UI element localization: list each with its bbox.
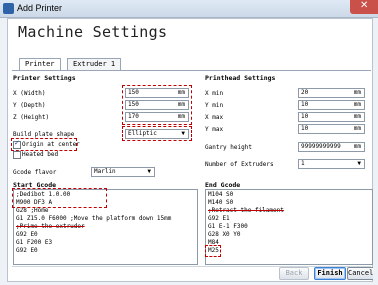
close-button[interactable]: ✕ — [350, 0, 378, 14]
xmax-unit: mm — [353, 113, 361, 120]
end-gcode-line: M104 S0 — [208, 191, 234, 198]
ymin-unit: mm — [353, 101, 361, 108]
start-gcode-line: G1 Z15.0 F6000 ;Move the platform down 1… — [16, 215, 172, 222]
gantry-field[interactable]: 99999999999 mm — [298, 142, 365, 152]
gcode-flavor-value: Marlin — [94, 168, 116, 175]
ymin-label: Y min — [205, 102, 224, 109]
printhead-settings-title: Printhead Settings — [205, 74, 276, 82]
gcode-flavor-label: Gcode flavor — [13, 169, 57, 176]
extruders-label: Number of Extruders — [205, 161, 274, 168]
end-gcode-line: G28 X0 Y0 — [208, 231, 241, 238]
xmax-field[interactable]: 10 mm — [298, 112, 365, 122]
app-icon — [3, 3, 14, 14]
start-gcode-line: G92 E0 — [16, 231, 38, 238]
printer-settings-title: Printer Settings — [13, 74, 76, 82]
ymax-unit: mm — [353, 125, 361, 132]
xmin-value: 20 — [301, 89, 309, 96]
ymax-label: Y max — [205, 126, 224, 133]
end-gcode-line: G92 E1 — [208, 215, 230, 222]
xmin-label: X min — [205, 90, 224, 97]
depth-label: Y (Depth) — [13, 102, 46, 109]
annotation-build-plate — [122, 126, 192, 141]
cancel-button[interactable]: Cancel — [347, 267, 373, 280]
extruders-select[interactable]: 1 ▼ — [298, 159, 365, 169]
extruders-value: 1 — [301, 160, 305, 167]
settings-panel: Printer Settings X (Width) 150 mm Y (Dep… — [11, 70, 373, 267]
height-label: Z (Height) — [13, 114, 50, 121]
annotation-end-gcode — [205, 245, 221, 257]
gcode-flavor-select[interactable]: Marlin ▼ — [91, 167, 155, 177]
gantry-unit: mm — [353, 143, 361, 150]
heated-bed-label: Heated bed — [22, 151, 59, 158]
ymin-value: 10 — [301, 101, 309, 108]
window-title: Add Printer — [17, 3, 63, 13]
ymin-field[interactable]: 10 mm — [298, 100, 365, 110]
annotation-start-gcode — [12, 188, 107, 208]
end-gcode-line: M140 S0 — [208, 199, 234, 206]
xmax-value: 10 — [301, 113, 309, 120]
xmin-field[interactable]: 20 mm — [298, 88, 365, 98]
end-gcode-line: G1 E-1 F300 — [208, 223, 248, 230]
start-gcode-line: G92 E0 — [16, 247, 38, 254]
back-button[interactable]: Back — [279, 267, 309, 280]
ymax-value: 10 — [301, 125, 309, 132]
add-printer-window: Add Printer ✕ Machine Settings Printer E… — [0, 0, 378, 285]
start-gcode-line-struck: ;Prime the extruder — [16, 223, 85, 230]
start-gcode-line: G1 F200 E3 — [16, 239, 53, 246]
gantry-label: Gantry height — [205, 144, 252, 151]
heated-bed-checkbox[interactable] — [13, 151, 21, 159]
width-label: X (Width) — [13, 90, 46, 97]
machine-settings-dialog: Machine Settings Printer Extruder 1 Prin… — [7, 18, 373, 282]
xmin-unit: mm — [353, 89, 361, 96]
close-icon[interactable]: ✕ — [360, 0, 368, 11]
end-gcode-title: End Gcode — [205, 181, 241, 189]
build-plate-label: Build plate shape — [13, 131, 75, 138]
page-title: Machine Settings — [18, 23, 168, 41]
annotation-dimensions — [122, 85, 192, 125]
finish-button[interactable]: Finish — [314, 267, 346, 280]
end-gcode-line-struck: ;Retract the filament — [208, 207, 284, 214]
chevron-down-icon: ▼ — [357, 160, 361, 167]
start-gcode-line: G28 ;Home — [16, 207, 49, 214]
chevron-down-icon: ▼ — [147, 168, 151, 175]
gantry-value: 99999999999 — [301, 143, 341, 150]
xmax-label: X max — [205, 114, 224, 121]
annotation-origin — [11, 138, 77, 151]
end-gcode-editor[interactable]: M104 S0 M140 S0 ;Retract the filament G9… — [205, 189, 373, 265]
ymax-field[interactable]: 10 mm — [298, 124, 365, 134]
title-bar: Add Printer ✕ — [0, 0, 378, 18]
